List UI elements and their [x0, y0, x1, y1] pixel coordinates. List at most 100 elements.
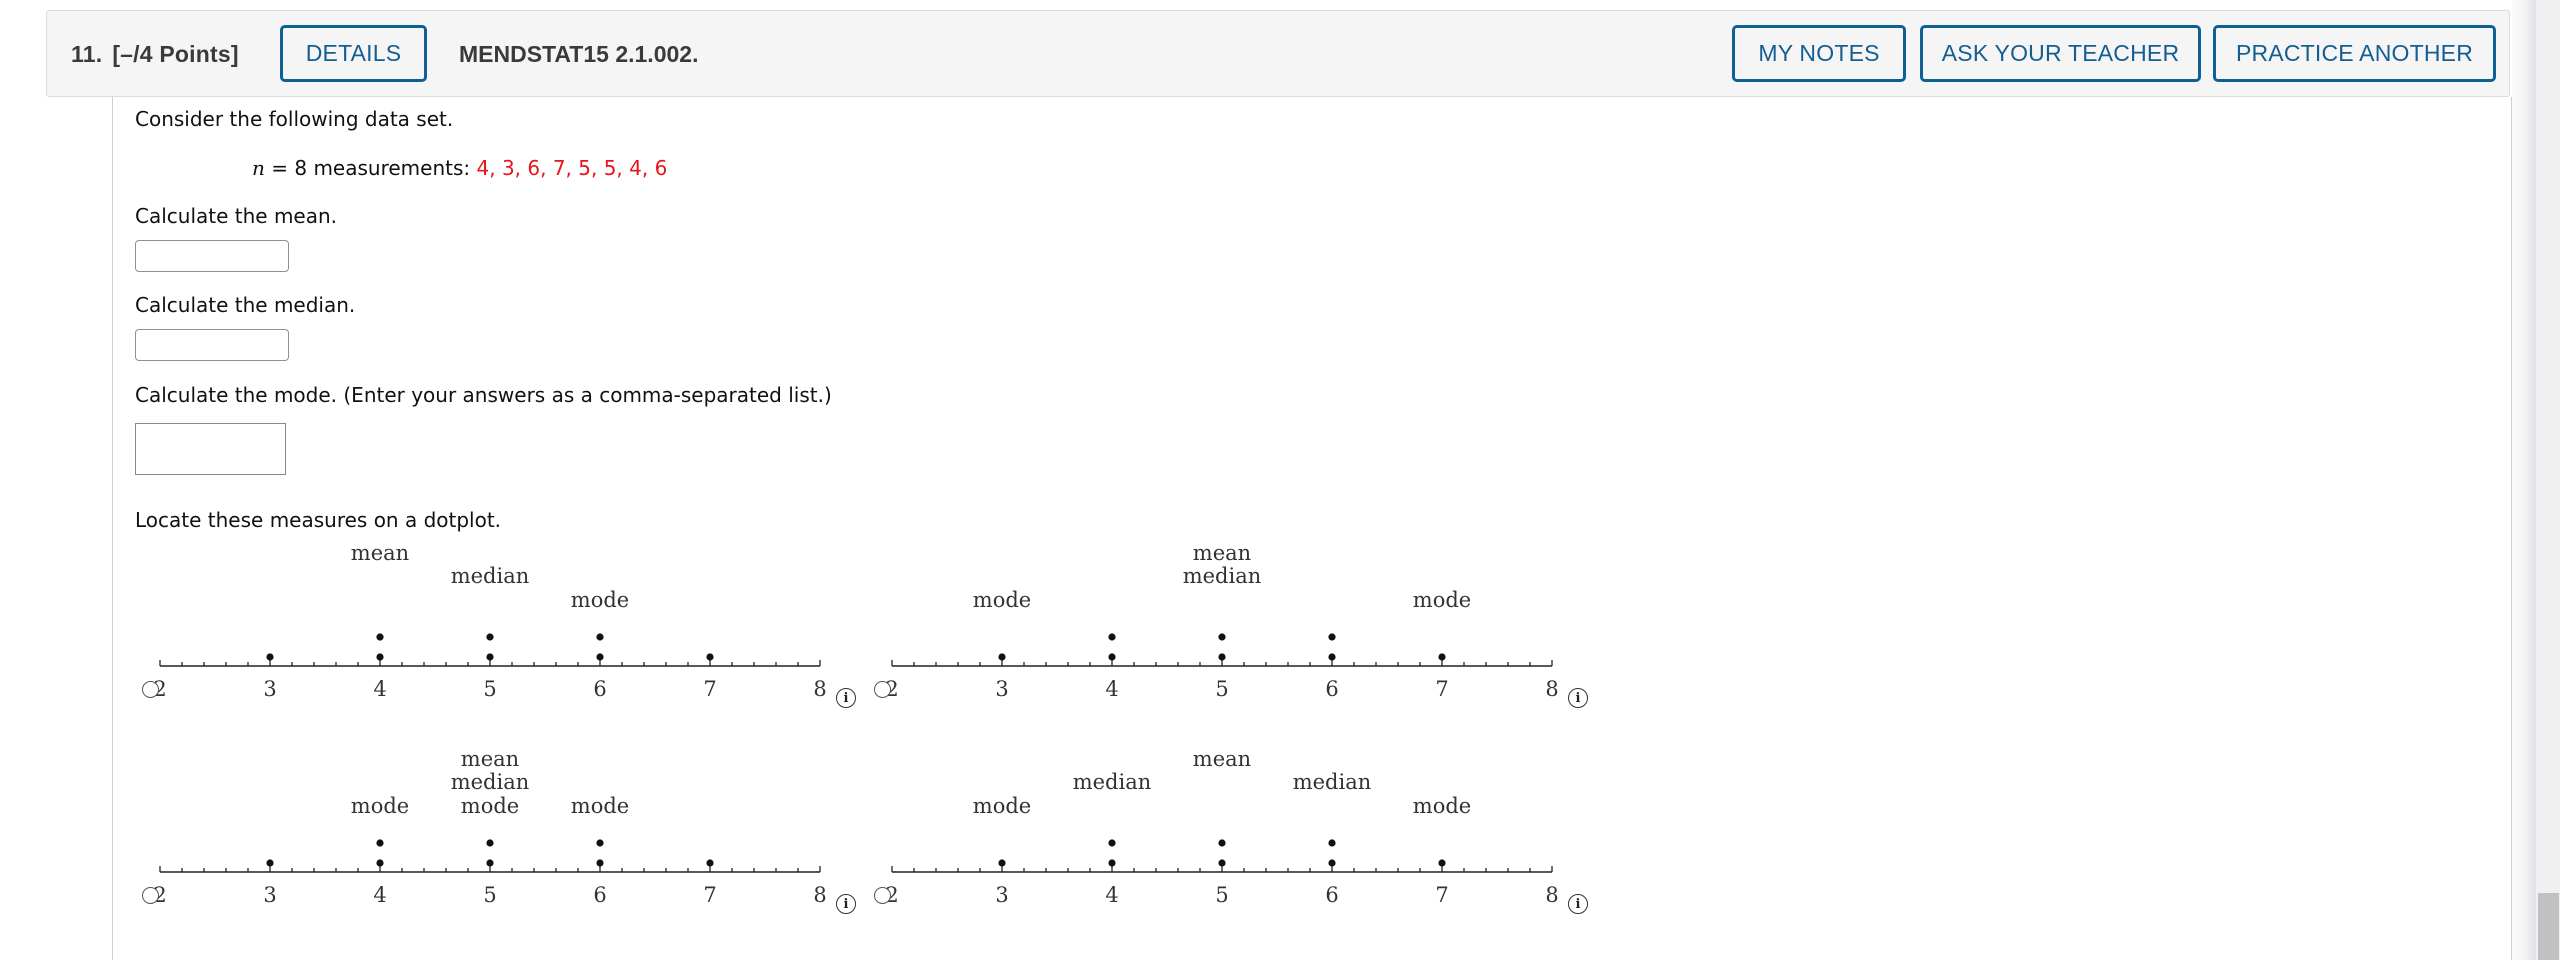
- data-dot: [596, 653, 604, 661]
- data-dot: [1328, 859, 1336, 867]
- annotation-mode: mode: [973, 794, 1031, 818]
- dotplot-option-3[interactable]: 2 3 4 5 6 7 8 mode mean median mode mode i: [130, 726, 870, 926]
- mean-prompt: Calculate the mean.: [135, 204, 338, 228]
- measurements-line: n = 8 measurements: 4, 3, 6, 7, 5, 5, 4,…: [252, 156, 667, 180]
- tick-label: 8: [813, 677, 826, 701]
- ask-your-teacher-button[interactable]: ASK YOUR TEACHER: [1920, 25, 2201, 82]
- data-dot: [1108, 653, 1116, 661]
- tick-label: 7: [1435, 677, 1448, 701]
- question-number-points: 11. [–/4 Points]: [71, 41, 239, 68]
- info-icon[interactable]: i: [836, 894, 856, 914]
- data-dot: [1218, 633, 1226, 641]
- tick-label: 7: [703, 883, 716, 907]
- tick-label: 3: [263, 883, 276, 907]
- question-points: [–/4 Points]: [112, 41, 239, 67]
- data-dot: [376, 859, 384, 867]
- scrollbar-thumb[interactable]: [2538, 893, 2559, 960]
- content-left-border: [112, 97, 113, 960]
- data-dot: [706, 859, 714, 867]
- option-radio[interactable]: [142, 887, 159, 904]
- annotation-mode: mode: [461, 794, 519, 818]
- mode-prompt: Calculate the mode. (Enter your answers …: [135, 383, 832, 407]
- data-dot: [376, 633, 384, 641]
- data-dot: [486, 859, 494, 867]
- dotplot-option-2[interactable]: 2 3 4 5 6 7 8 mode mean median mode i: [862, 520, 1602, 720]
- my-notes-button[interactable]: MY NOTES: [1732, 25, 1906, 82]
- annotation-median: median: [1183, 564, 1262, 588]
- data-dot: [596, 839, 604, 847]
- tick-label: 5: [483, 883, 496, 907]
- data-dot: [376, 839, 384, 847]
- question-number: 11.: [71, 41, 103, 67]
- data-dot: [376, 653, 384, 661]
- median-input[interactable]: [135, 329, 289, 361]
- option-radio[interactable]: [142, 681, 159, 698]
- data-dot: [1218, 839, 1226, 847]
- dotplot-option-1[interactable]: 2 3 4 5 6 7 8 mean median mode i: [130, 520, 870, 720]
- tick-label: 8: [813, 883, 826, 907]
- details-button[interactable]: DETAILS: [280, 25, 427, 82]
- data-dot: [706, 653, 714, 661]
- dotplot-svg: 2 3 4 5 6 7 8meanmedianmode: [153, 541, 826, 701]
- practice-another-button[interactable]: PRACTICE ANOTHER: [2213, 25, 2496, 82]
- mode-input[interactable]: [135, 423, 286, 475]
- measurements-values: 4, 3, 6, 7, 5, 5, 4, 6: [476, 156, 668, 180]
- n-variable: n: [252, 156, 265, 180]
- annotation-median: median: [1293, 770, 1372, 794]
- data-dot: [998, 859, 1006, 867]
- tick-label: 6: [1325, 883, 1338, 907]
- dotplot-svg: 2 3 4 5 6 7 8modemeanmedianmode mode: [153, 747, 826, 907]
- vertical-scrollbar[interactable]: [2536, 0, 2560, 960]
- tick-label: 6: [1325, 677, 1338, 701]
- median-prompt: Calculate the median.: [135, 293, 356, 317]
- tick-label: 3: [995, 883, 1008, 907]
- annotation-mode: mode: [351, 794, 409, 818]
- data-dot: [1108, 859, 1116, 867]
- tick-label: 4: [1105, 883, 1118, 907]
- tick-label: 6: [593, 883, 606, 907]
- tick-label: 4: [373, 677, 386, 701]
- data-dot: [486, 839, 494, 847]
- tick-label: 5: [483, 677, 496, 701]
- tick-label: 3: [995, 677, 1008, 701]
- annotation-mean: mean: [351, 541, 409, 565]
- info-icon[interactable]: i: [1568, 688, 1588, 708]
- dotplot-option-4[interactable]: 2 3 4 5 6 7 8 mode median mean median mode i: [862, 726, 1602, 926]
- data-dot: [1218, 653, 1226, 661]
- annotation-mode: mode: [973, 588, 1031, 612]
- tick-label: 5: [1215, 883, 1228, 907]
- data-dot: [1438, 653, 1446, 661]
- mean-input[interactable]: [135, 240, 289, 272]
- tick-label: 7: [1435, 883, 1448, 907]
- option-radio[interactable]: [874, 681, 891, 698]
- info-icon[interactable]: i: [836, 688, 856, 708]
- data-dot: [998, 653, 1006, 661]
- data-dot: [486, 653, 494, 661]
- data-dot: [1328, 653, 1336, 661]
- tick-label: 4: [1105, 677, 1118, 701]
- data-dot: [266, 653, 274, 661]
- page-gutter: [2512, 0, 2536, 960]
- tick-label: 8: [1545, 677, 1558, 701]
- tick-label: 5: [1215, 677, 1228, 701]
- tick-label: 8: [1545, 883, 1558, 907]
- info-icon[interactable]: i: [1568, 894, 1588, 914]
- tick-label: 7: [703, 677, 716, 701]
- annotation-mean: mean: [1193, 747, 1251, 771]
- data-dot: [1218, 859, 1226, 867]
- option-radio[interactable]: [874, 887, 891, 904]
- tick-label: 3: [263, 677, 276, 701]
- data-dot: [266, 859, 274, 867]
- dotplot-svg: 2 3 4 5 6 7 8modemeanmedianmode: [885, 541, 1558, 701]
- data-dot: [596, 633, 604, 641]
- question-header: 11. [–/4 Points] DETAILS MENDSTAT15 2.1.0…: [46, 10, 2510, 97]
- annotation-mean: mean: [1193, 541, 1251, 565]
- annotation-mode: mode: [1413, 794, 1471, 818]
- annotation-median: median: [1073, 770, 1152, 794]
- annotation-median: median: [451, 770, 530, 794]
- tick-label: 6: [593, 677, 606, 701]
- data-dot: [1108, 633, 1116, 641]
- data-dot: [486, 633, 494, 641]
- intro-text: Consider the following data set.: [135, 107, 454, 131]
- data-dot: [1328, 839, 1336, 847]
